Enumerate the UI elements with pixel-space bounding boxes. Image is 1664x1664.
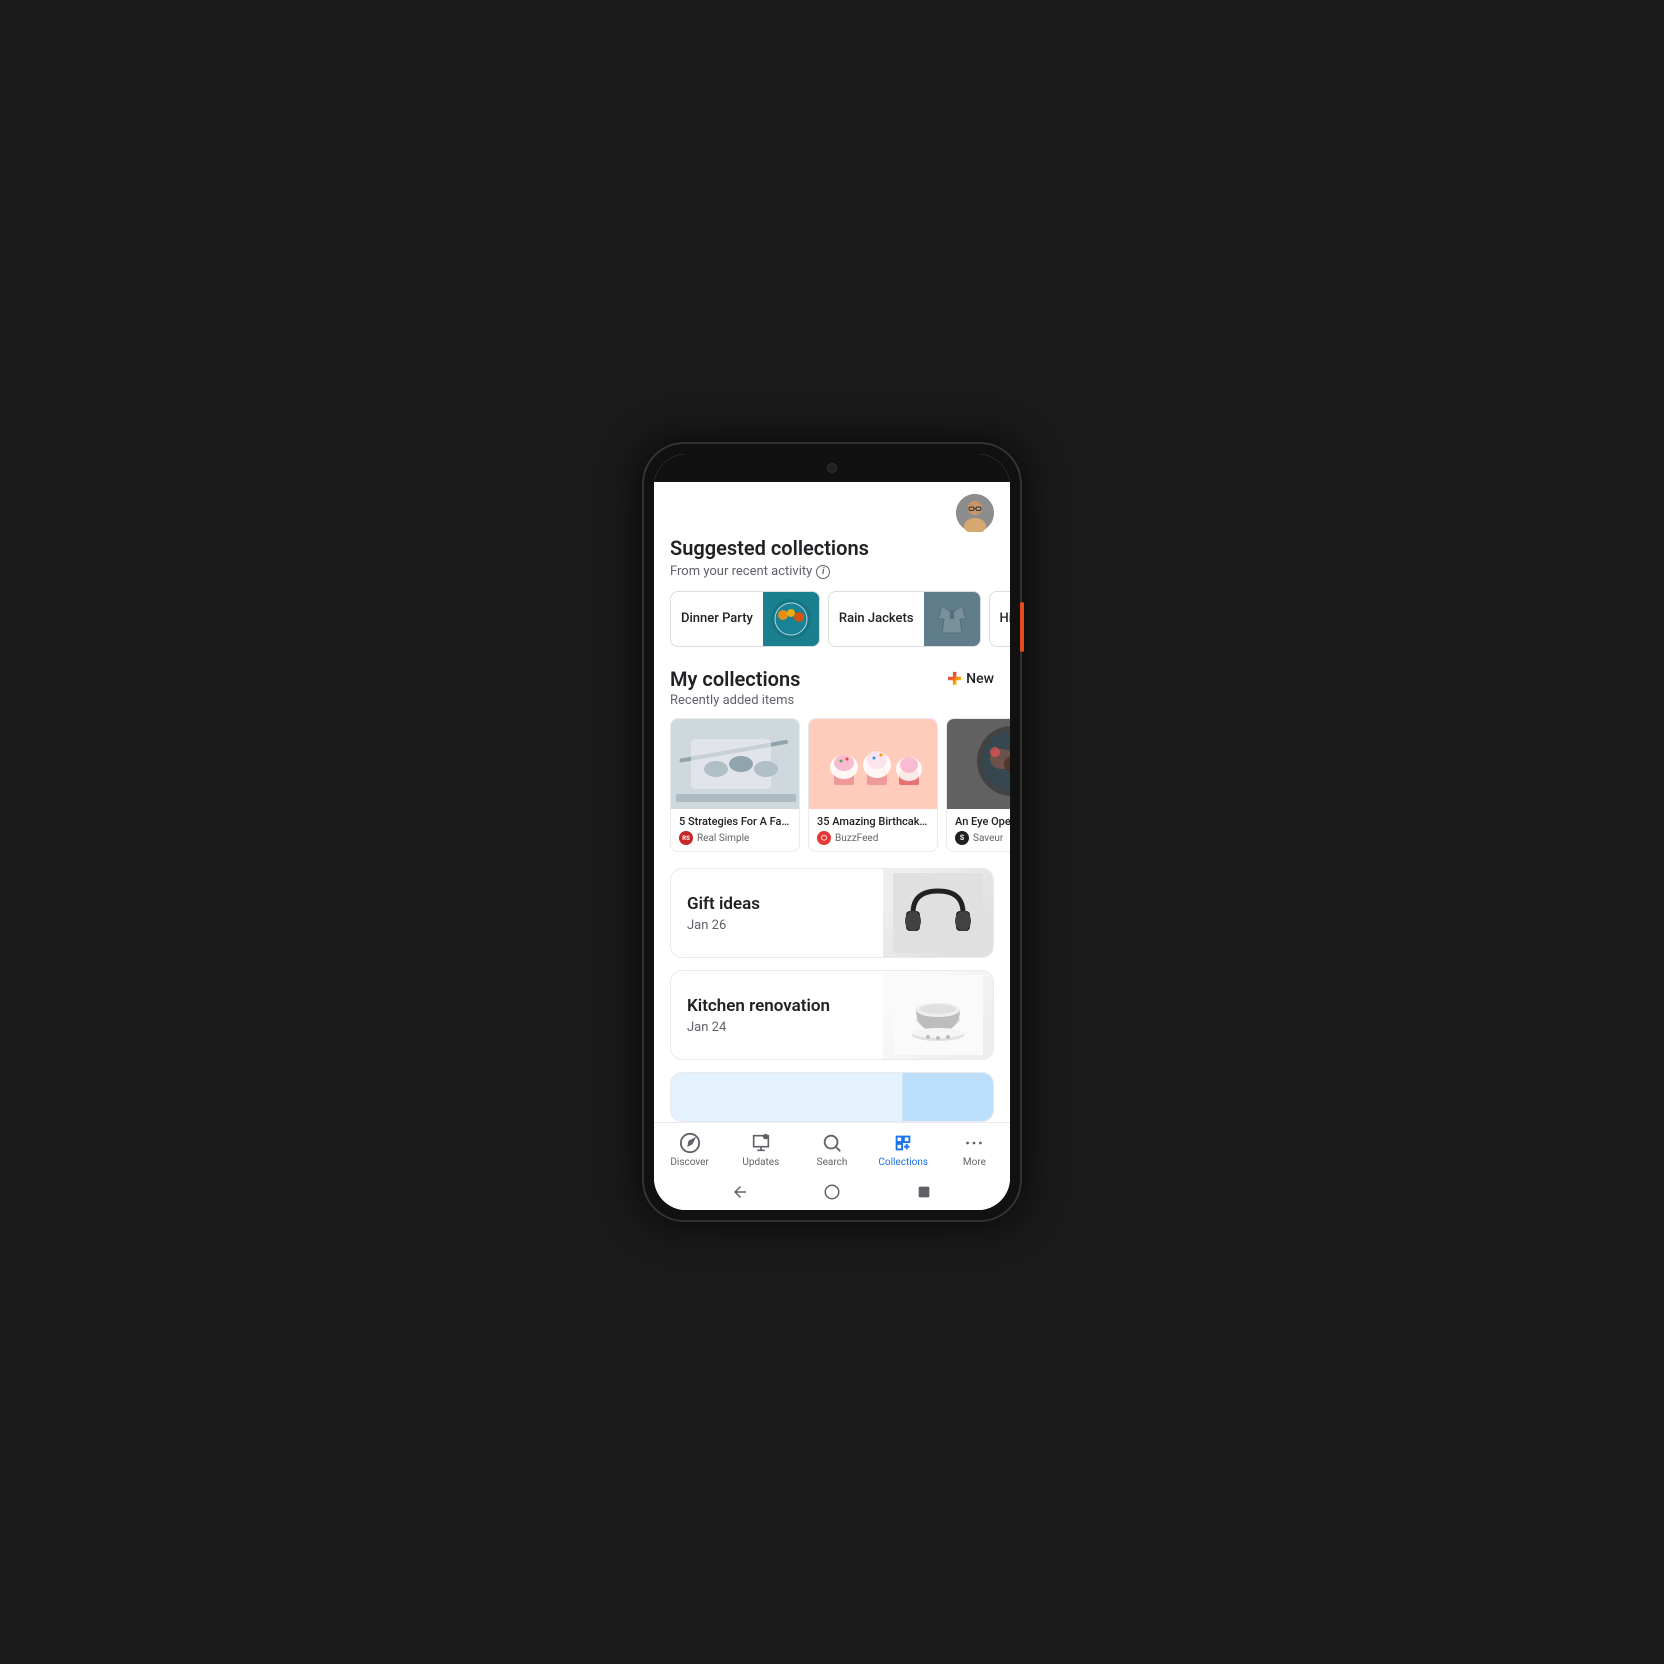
header-row — [654, 482, 1010, 536]
suggested-collections-section: Suggested collections From your recent a… — [654, 536, 1010, 663]
collection-info-gift: Gift ideas Jan 26 — [671, 878, 883, 949]
chip-image-dinner — [763, 591, 819, 647]
item-title-0: 5 Strategies For A Fab... — [679, 815, 791, 828]
scroll-content[interactable]: Suggested collections From your recent a… — [654, 482, 1010, 1122]
discover-icon — [679, 1131, 701, 1155]
item-source-1: ⬡ BuzzFeed — [817, 831, 929, 845]
item-title-2: An Eye Openin... — [955, 815, 1010, 828]
collection-name-gift: Gift ideas — [687, 894, 867, 914]
nav-label-discover: Discover — [670, 1157, 709, 1168]
collection-date-kitchen: Jan 24 — [687, 1020, 867, 1035]
suggestions-scroll[interactable]: Dinner Party — [654, 591, 1010, 663]
item-info-0: 5 Strategies For A Fab... RS Real Simple — [671, 809, 799, 851]
item-card-1[interactable]: 35 Amazing Birthcake... ⬡ BuzzFeed — [808, 718, 938, 852]
nav-label-collections: Collections — [878, 1157, 928, 1168]
search-icon — [821, 1131, 843, 1155]
nav-item-search[interactable]: Search — [796, 1131, 867, 1168]
phone-device: Suggested collections From your recent a… — [642, 442, 1022, 1222]
nav-label-search: Search — [817, 1157, 848, 1168]
my-collections-header: My collections ✚ New — [654, 663, 1010, 693]
updates-icon — [750, 1131, 772, 1155]
source-logo-rs: RS — [679, 831, 693, 845]
bottom-nav: Discover Updates — [654, 1122, 1010, 1174]
item-info-1: 35 Amazing Birthcake... ⬡ BuzzFeed — [809, 809, 937, 851]
collection-card-kitchen[interactable]: Kitchen renovation Jan 24 — [670, 970, 994, 1060]
avatar[interactable] — [956, 494, 994, 532]
chip-image-rain — [924, 591, 980, 647]
suggested-collections-title: Suggested collections — [654, 536, 1010, 564]
collection-name-kitchen: Kitchen renovation — [687, 996, 867, 1016]
suggestion-chip-dinner[interactable]: Dinner Party — [670, 591, 820, 647]
collections-icon — [892, 1131, 914, 1155]
suggested-collections-subtitle: From your recent activity i — [654, 564, 1010, 591]
suggestion-chip-hiking[interactable]: Hiking Boots — [989, 591, 1010, 647]
system-nav — [654, 1174, 1010, 1210]
more-icon — [963, 1131, 985, 1155]
item-source-2: S Saveur — [955, 831, 1010, 845]
source-logo-s: S — [955, 831, 969, 845]
collection-info-kitchen: Kitchen renovation Jan 24 — [671, 980, 883, 1051]
item-info-2: An Eye Openin... S Saveur — [947, 809, 1010, 851]
item-card-2[interactable]: An Eye Openin... S Saveur — [946, 718, 1010, 852]
nav-label-more: More — [963, 1157, 986, 1168]
screen-content: Suggested collections From your recent a… — [654, 482, 1010, 1210]
nav-item-updates[interactable]: Updates — [725, 1131, 796, 1168]
my-collections-title: My collections — [670, 667, 800, 691]
info-icon[interactable]: i — [816, 565, 830, 579]
camera-dot — [827, 463, 837, 473]
collection-image-gift — [883, 868, 993, 958]
items-scroll[interactable]: 5 Strategies For A Fab... RS Real Simple — [654, 718, 1010, 868]
collection-date-gift: Jan 26 — [687, 918, 867, 933]
status-bar — [654, 454, 1010, 482]
collection-image-kitchen — [883, 970, 993, 1060]
source-logo-bf: ⬡ — [817, 831, 831, 845]
item-card-0[interactable]: 5 Strategies For A Fab... RS Real Simple — [670, 718, 800, 852]
item-title-1: 35 Amazing Birthcake... — [817, 815, 929, 828]
nav-item-discover[interactable]: Discover — [654, 1131, 725, 1168]
nav-label-updates: Updates — [742, 1157, 779, 1168]
nav-item-more[interactable]: More — [939, 1131, 1010, 1168]
home-button[interactable] — [821, 1181, 843, 1203]
nav-item-collections[interactable]: Collections — [868, 1131, 939, 1168]
recently-added-label: Recently added items — [654, 693, 1010, 718]
new-button[interactable]: ✚ New — [947, 669, 994, 690]
collection-card-gift[interactable]: Gift ideas Jan 26 — [670, 868, 994, 958]
back-button[interactable] — [729, 1181, 751, 1203]
suggestion-chip-rain[interactable]: Rain Jackets — [828, 591, 981, 647]
chip-label-rain: Rain Jackets — [829, 603, 924, 636]
chip-label-dinner: Dinner Party — [671, 603, 763, 636]
plus-icon: ✚ — [947, 669, 962, 690]
phone-screen: Suggested collections From your recent a… — [654, 454, 1010, 1210]
my-collections-section: My collections ✚ New Recently added item… — [654, 663, 1010, 1122]
chip-label-hiking: Hiking Boots — [990, 603, 1010, 636]
recents-button[interactable] — [913, 1181, 935, 1203]
item-source-0: RS Real Simple — [679, 831, 791, 845]
partial-collection-card[interactable] — [670, 1072, 994, 1122]
